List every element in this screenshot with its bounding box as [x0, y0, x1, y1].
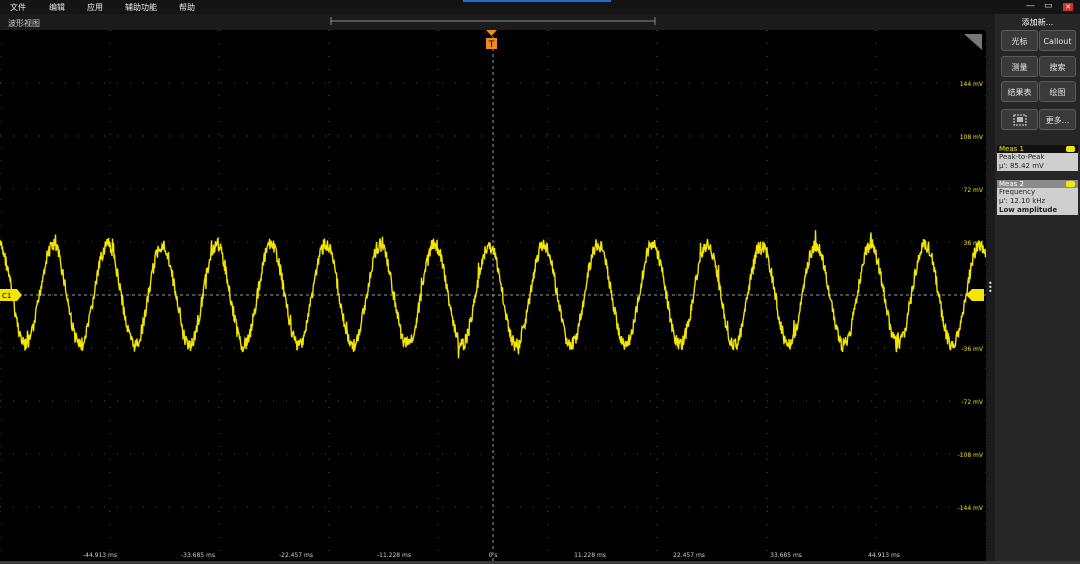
meas2-value: μ': 12.10 kHz [999, 197, 1046, 205]
meas2-indicator [1066, 181, 1075, 187]
record-view-bar[interactable] [330, 16, 656, 26]
x-tick-label: 44.913 ms [868, 552, 900, 559]
y-tick-label: 72 mV [964, 187, 984, 194]
minimize-icon[interactable]: — [1026, 2, 1035, 11]
meas1-indicator [1066, 146, 1075, 152]
meas2-badge[interactable]: Meas 2 Frequency μ': 12.10 kHz Low ampli… [997, 180, 1078, 215]
meas2-title: Meas 2 [999, 180, 1024, 188]
menu-file[interactable]: 文件 [10, 2, 26, 13]
x-axis-labels: -44.913 ms -33.685 ms -22.457 ms -11.228 ms… [83, 552, 900, 559]
menu-apps[interactable]: 应用 [87, 2, 103, 13]
results-table-button[interactable]: 结果表 [1001, 81, 1038, 102]
x-tick-label: -22.457 ms [279, 552, 313, 559]
x-tick-label: 11.228 ms [574, 552, 606, 559]
menu-bar: 文件 编辑 应用 辅助功能 帮助 — ▭ ✕ [0, 0, 1080, 14]
trigger-t-label: T [488, 40, 495, 50]
menu-accessibility[interactable]: 辅助功能 [125, 2, 157, 13]
callout-button[interactable]: Callout [1039, 30, 1076, 51]
trigger-level-icon[interactable] [966, 289, 984, 301]
waveform-plot[interactable]: 144 mV 108 mV 72 mV 36 mV -36 mV -72 mV -108 m… [0, 30, 986, 563]
trigger-position-icon[interactable] [486, 30, 497, 36]
y-tick-label: 36 mV [964, 240, 984, 247]
more-button[interactable]: 更多... [1039, 109, 1076, 130]
trigger-marker[interactable]: T [486, 30, 497, 50]
channel-marker[interactable]: C1 [0, 289, 22, 301]
results-panel: 添加新... 光标 Callout 测量 搜索 结果表 绘图 更多... [995, 14, 1080, 564]
x-tick-label: -33.685 ms [181, 552, 215, 559]
y-tick-label: -72 mV [961, 399, 984, 406]
meas1-name: Peak-to-Peak [999, 153, 1045, 161]
add-new-title: 添加新... [1021, 18, 1054, 27]
close-icon[interactable]: ✕ [1063, 3, 1073, 11]
zoom-icon [1013, 114, 1026, 126]
waveform-svg: 144 mV 108 mV 72 mV 36 mV -36 mV -72 mV -108 m… [0, 30, 986, 563]
meas1-value: μ': 85.42 mV [999, 162, 1044, 170]
waveform-view-title: 波形视图 [8, 19, 40, 28]
search-button[interactable]: 搜索 [1039, 56, 1076, 77]
cursor-button[interactable]: 光标 [1001, 30, 1038, 51]
x-tick-label: -11.228 ms [377, 552, 411, 559]
x-tick-label: 0 s [489, 552, 498, 559]
x-tick-label: 22.457 ms [673, 552, 705, 559]
measure-button[interactable]: 测量 [1001, 56, 1038, 77]
meas1-badge[interactable]: Meas 1 Peak-to-Peak μ': 85.42 mV [997, 145, 1078, 171]
y-tick-label: 144 mV [960, 81, 984, 88]
meas2-note: Low amplitude [999, 206, 1058, 214]
corner-resize-icon[interactable] [964, 34, 982, 50]
x-tick-label: -44.913 ms [83, 552, 117, 559]
y-tick-label: -36 mV [961, 346, 984, 353]
c1-marker-label: C1 [2, 292, 11, 300]
meas2-name: Frequency [999, 188, 1036, 196]
title-accent-strip [463, 0, 611, 2]
y-tick-label: -144 mV [958, 505, 984, 512]
plot-button[interactable]: 绘图 [1039, 81, 1076, 102]
restore-icon[interactable]: ▭ [1044, 2, 1053, 11]
meas1-title: Meas 1 [999, 145, 1024, 153]
zoom-button[interactable] [1001, 109, 1038, 130]
y-tick-label: -108 mV [958, 452, 984, 459]
y-tick-label: 108 mV [960, 134, 984, 141]
menu-edit[interactable]: 编辑 [49, 2, 65, 13]
x-tick-label: 33.685 ms [770, 552, 802, 559]
menu-help[interactable]: 帮助 [179, 2, 195, 13]
panel-grip-icon[interactable]: • • • [988, 280, 993, 296]
